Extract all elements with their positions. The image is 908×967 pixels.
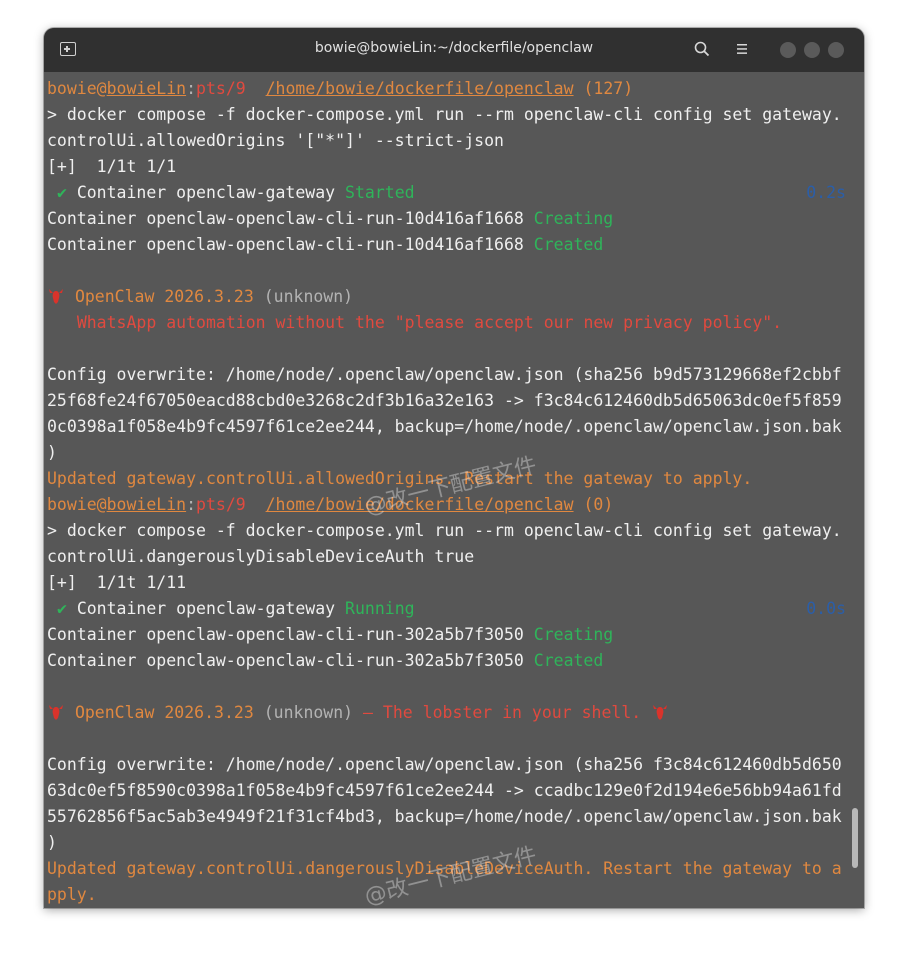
terminal-window: bowie@bowieLin:~/dockerfile/openclaw bow…	[44, 28, 864, 908]
config-line: Config overwrite: /home/node/.openclaw/o…	[47, 365, 842, 384]
config-line: )	[47, 833, 57, 852]
config-line: 55762856f5ac5ab3e4949f21f31cf4bd3, backu…	[47, 807, 842, 826]
progress-line: [+] 1/1t 1/1	[47, 157, 177, 176]
config-line: )	[47, 443, 57, 462]
updated-line: pply.	[47, 885, 97, 904]
command-line: > docker compose -f docker-compose.yml r…	[47, 521, 842, 540]
command-line: > docker compose -f docker-compose.yml r…	[47, 105, 842, 124]
elapsed-time: 0.2s	[806, 183, 846, 202]
config-line: Config overwrite: /home/node/.openclaw/o…	[47, 755, 842, 774]
title-bar: bowie@bowieLin:~/dockerfile/openclaw	[44, 28, 864, 72]
container-status-line: Container openclaw-openclaw-cli-run-302a…	[47, 625, 614, 644]
app-banner: OpenClaw 2026.3.23 (unknown) — The lobst…	[47, 700, 669, 726]
lobster-icon	[653, 705, 668, 720]
app-banner: OpenClaw 2026.3.23 (unknown)	[47, 284, 353, 310]
lobster-icon	[49, 289, 63, 304]
watermark: @改一下配置文件	[362, 843, 540, 908]
config-line: 63dc0ef5f8590c0398a1f058e4b9fc4597f61ce2…	[47, 781, 842, 800]
maximize-button[interactable]	[804, 42, 820, 58]
search-icon[interactable]	[694, 41, 710, 57]
container-status-line: ✔ Container openclaw-gateway Running	[56, 599, 415, 618]
elapsed-time: 0.0s	[806, 599, 846, 618]
command-line: controlUi.dangerouslyDisableDeviceAuth t…	[47, 547, 475, 566]
minimize-button[interactable]	[780, 42, 796, 58]
shell-prompt: bowie@bowieLin:pts/9 /home/bowie/dockerf…	[47, 79, 634, 98]
scrollbar[interactable]	[852, 808, 858, 868]
hamburger-menu-icon[interactable]	[734, 41, 750, 57]
lobster-icon	[49, 705, 63, 720]
container-status-line: Container openclaw-openclaw-cli-run-10d4…	[47, 209, 614, 228]
container-status-line: Container openclaw-openclaw-cli-run-10d4…	[47, 235, 604, 254]
container-status-line: ✔ Container openclaw-gateway Started	[56, 183, 415, 202]
config-line: 0c0398a1f058e4b9fc4597f61ce2ee244, backu…	[47, 417, 842, 436]
close-button[interactable]	[828, 42, 844, 58]
check-icon: ✔	[56, 183, 67, 202]
terminal-output[interactable]: bowie@bowieLin:pts/9 /home/bowie/dockerf…	[44, 72, 864, 908]
progress-line: [+] 1/1t 1/11	[47, 573, 187, 592]
tagline: WhatsApp automation without the "please …	[76, 313, 783, 332]
config-line: 25f68fe24f67050eacd88cbd0e3268c2df3b16a3…	[47, 391, 842, 410]
container-status-line: Container openclaw-openclaw-cli-run-302a…	[47, 651, 604, 670]
command-line: controlUi.allowedOrigins '["*"]' --stric…	[47, 131, 504, 150]
check-icon: ✔	[56, 599, 67, 618]
shell-prompt: bowie@bowieLin:pts/9 /home/bowie/dockerf…	[47, 495, 614, 514]
